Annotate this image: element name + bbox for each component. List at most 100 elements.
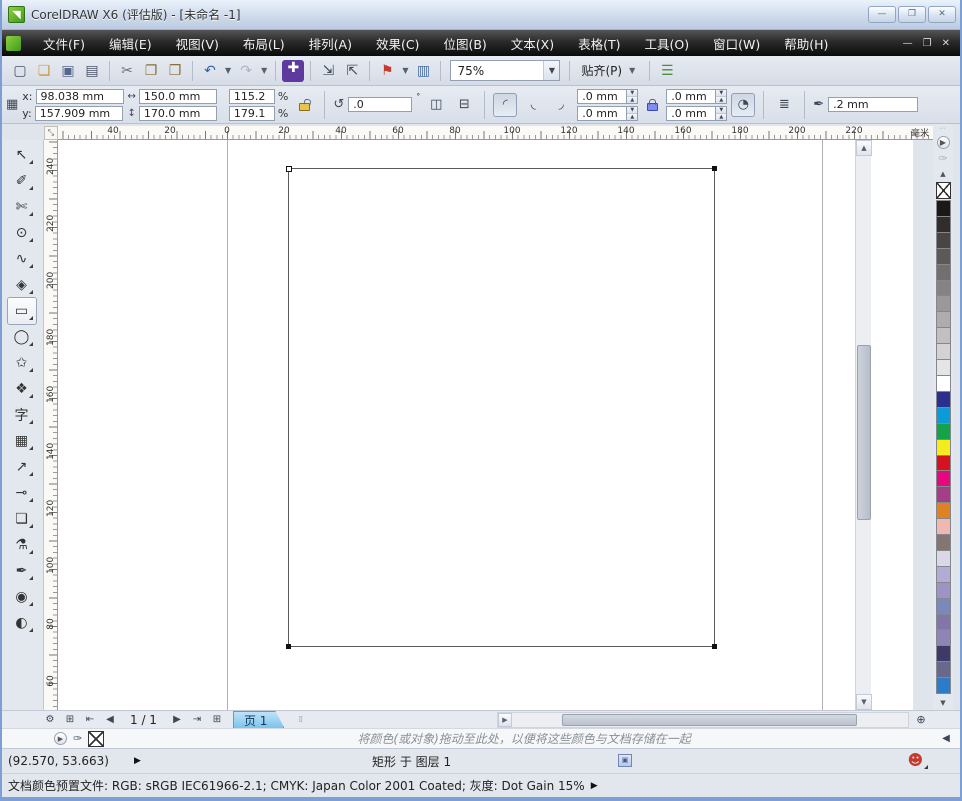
- menu-item-effects[interactable]: 效果(C): [364, 30, 431, 57]
- vertical-scrollbar-thumb[interactable]: [857, 345, 871, 520]
- horizontal-ruler[interactable]: 4020020406080100120140160180200220毫米: [58, 126, 935, 140]
- radius-br-spinner[interactable]: ▼▲: [716, 106, 727, 121]
- lock-corners-button[interactable]: [642, 95, 662, 115]
- chamfered-corner-button[interactable]: ◞: [549, 93, 573, 117]
- color-swatch-16[interactable]: [936, 456, 951, 472]
- zoom-level-combobox[interactable]: 75% ▼: [450, 60, 560, 81]
- document-palette-no-color-swatch[interactable]: [88, 731, 104, 747]
- color-swatch-27[interactable]: [936, 630, 951, 646]
- options-button[interactable]: ☰: [655, 59, 679, 83]
- new-document-button[interactable]: ▢: [8, 59, 32, 83]
- wrap-text-button[interactable]: ≣: [772, 93, 796, 117]
- corner-node-top-left[interactable]: [286, 166, 292, 172]
- scroll-right-arrow[interactable]: ▶: [498, 713, 512, 727]
- doc-minimize-button[interactable]: —: [903, 38, 913, 49]
- print-button[interactable]: ▤: [80, 59, 104, 83]
- corner-node-top-right[interactable]: [712, 166, 717, 171]
- color-swatch-5[interactable]: [936, 281, 951, 297]
- menu-item-tools[interactable]: 工具(O): [633, 30, 702, 57]
- add-page-end-button[interactable]: ⊞: [207, 712, 227, 728]
- lock-ratio-button[interactable]: [292, 93, 316, 117]
- export-button[interactable]: ⇱: [340, 59, 364, 83]
- page-sorter-button[interactable]: ⚙: [40, 712, 60, 728]
- color-swatch-20[interactable]: [936, 519, 951, 535]
- corner-radius-tr-input[interactable]: .0 mm: [666, 89, 716, 104]
- corner-node-bottom-left[interactable]: [286, 644, 291, 649]
- first-page-button[interactable]: ⇤: [80, 712, 100, 728]
- object-x-input[interactable]: 98.038 mm: [36, 89, 124, 104]
- pen-tool[interactable]: ✒: [8, 558, 36, 584]
- zoom-dropdown-arrow[interactable]: ▼: [543, 61, 559, 80]
- radius-tl-spinner[interactable]: ▼▲: [627, 89, 638, 104]
- menu-logo-icon[interactable]: [6, 36, 21, 51]
- color-swatch-2[interactable]: [936, 233, 951, 249]
- dimension-tool[interactable]: ↗: [8, 454, 36, 480]
- menu-item-help[interactable]: 帮助(H): [772, 30, 840, 57]
- interactive-fill-tool[interactable]: ◐: [8, 610, 36, 636]
- copy-button[interactable]: ❐: [139, 59, 163, 83]
- color-swatch-12[interactable]: [936, 392, 951, 408]
- rotation-angle-input[interactable]: .0: [348, 97, 412, 112]
- paste-button[interactable]: ❒: [163, 59, 187, 83]
- color-swatch-22[interactable]: [936, 551, 951, 567]
- welcome-screen-button[interactable]: ▥: [411, 59, 435, 83]
- blend-tool[interactable]: ❏: [8, 506, 36, 532]
- color-swatch-21[interactable]: [936, 535, 951, 551]
- no-color-swatch[interactable]: [936, 182, 951, 199]
- round-corner-button[interactable]: ◜: [493, 93, 517, 117]
- cut-button[interactable]: ✂: [115, 59, 139, 83]
- color-swatch-29[interactable]: [936, 662, 951, 678]
- scalloped-corner-button[interactable]: ◟: [521, 93, 545, 117]
- scroll-down-arrow[interactable]: ▼: [856, 694, 872, 710]
- color-swatch-15[interactable]: [936, 440, 951, 456]
- color-swatch-3[interactable]: [936, 249, 951, 265]
- menu-item-bitmaps[interactable]: 位图(B): [431, 30, 498, 57]
- menu-item-layout[interactable]: 布局(L): [231, 30, 297, 57]
- color-swatch-6[interactable]: [936, 296, 951, 312]
- menu-item-arrange[interactable]: 排列(A): [297, 30, 364, 57]
- scale-v-input[interactable]: 179.1: [229, 106, 275, 121]
- close-button[interactable]: ✕: [928, 6, 956, 23]
- prev-page-button[interactable]: ◀: [100, 712, 120, 728]
- palette-scroll-down[interactable]: ▼: [936, 695, 951, 710]
- user-account-icon[interactable]: ☻: [907, 752, 924, 769]
- ellipse-tool[interactable]: ◯: [8, 324, 36, 350]
- last-page-button[interactable]: ⇥: [187, 712, 207, 728]
- fill-tool[interactable]: ◉: [8, 584, 36, 610]
- smart-fill-tool[interactable]: ◈: [8, 272, 36, 298]
- palette-grip[interactable]: ⋯: [940, 124, 947, 134]
- scale-h-input[interactable]: 115.2: [229, 89, 275, 104]
- corner-radius-tl-input[interactable]: .0 mm: [577, 89, 627, 104]
- color-swatch-11[interactable]: [936, 376, 951, 392]
- palette-eyedropper-icon[interactable]: ✑: [936, 151, 951, 166]
- corner-radius-bl-input[interactable]: .0 mm: [577, 106, 627, 121]
- relative-corner-scaling-button[interactable]: ◔: [731, 93, 755, 117]
- chevron-down-icon[interactable]: ▼: [258, 66, 270, 75]
- search-content-button[interactable]: ✚: [281, 59, 305, 83]
- color-swatch-1[interactable]: [936, 217, 951, 233]
- navigator-button[interactable]: ⊕: [912, 712, 930, 728]
- collapse-arrow-icon[interactable]: ◀: [936, 733, 956, 744]
- chevron-down-icon[interactable]: ▼: [399, 66, 411, 75]
- color-swatch-7[interactable]: [936, 312, 951, 328]
- undo-button[interactable]: ↶: [198, 59, 222, 83]
- mirror-horizontal-button[interactable]: ◫: [424, 93, 448, 117]
- vertical-ruler[interactable]: 2402202001801601401201008060: [44, 140, 58, 710]
- chevron-down-icon[interactable]: ▼: [222, 66, 234, 75]
- radius-tr-spinner[interactable]: ▼▲: [716, 89, 727, 104]
- object-height-input[interactable]: 170.0 mm: [139, 106, 217, 121]
- text-tool[interactable]: 字: [8, 402, 36, 428]
- menu-item-text[interactable]: 文本(X): [499, 30, 566, 57]
- open-button[interactable]: ❏: [32, 59, 56, 83]
- drawing-canvas[interactable]: [58, 140, 913, 710]
- save-button[interactable]: ▣: [56, 59, 80, 83]
- color-swatch-17[interactable]: [936, 471, 951, 487]
- basic-shapes-tool[interactable]: ❖: [8, 376, 36, 402]
- palette-scroll-up[interactable]: ▲: [936, 166, 951, 181]
- mirror-vertical-button[interactable]: ⊟: [452, 93, 476, 117]
- status-flyout-button[interactable]: ▶: [134, 756, 141, 766]
- doc-close-button[interactable]: ✕: [942, 38, 950, 49]
- menu-item-view[interactable]: 视图(V): [164, 30, 231, 57]
- radius-bl-spinner[interactable]: ▼▲: [627, 106, 638, 121]
- profile-flyout-button[interactable]: ▶: [591, 781, 598, 791]
